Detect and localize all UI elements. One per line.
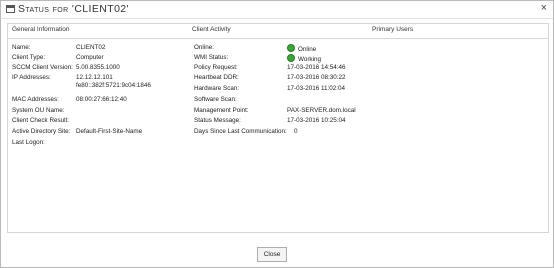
general-label: Client Type:	[12, 54, 46, 61]
activity-value: 17-03-2016 11:02:04	[287, 85, 346, 92]
green-status-dot-icon	[287, 54, 295, 62]
dialog-title: Status for 'CLIENT02'	[18, 3, 129, 15]
activity-label: Management Point:	[194, 107, 249, 114]
activity-value: 17-03-2016 08:30:22	[287, 74, 346, 81]
close-icon[interactable]: ×	[541, 2, 547, 14]
wmi-status-text: Working	[298, 56, 321, 63]
activity-value: 17-03-2016 10:25:04	[287, 117, 346, 124]
client-activity-header: Client Activity	[192, 26, 231, 33]
activity-label: Heartbeat DDR:	[194, 74, 239, 81]
general-label: Client Check Result:	[12, 117, 70, 124]
activity-value: 0	[294, 128, 298, 135]
general-label: Name:	[12, 44, 31, 51]
general-value: 5.00.8355.1000	[76, 64, 120, 71]
general-value: 12.12.12.101	[76, 74, 113, 81]
activity-value: Online	[287, 44, 316, 54]
activity-label: Hardware Scan:	[194, 85, 240, 92]
activity-label: WMI Status:	[194, 54, 229, 61]
general-label: IP Addresses:	[12, 74, 51, 81]
activity-label: Policy Request:	[194, 64, 238, 71]
general-value-secondary: fe80::382f:5721:9c04:1846	[76, 82, 151, 89]
status-panel: General Information Client Activity Prim…	[7, 23, 549, 233]
activity-label: Online:	[194, 44, 214, 51]
column-headers: General Information Client Activity Prim…	[8, 24, 548, 39]
green-status-dot-icon	[287, 44, 295, 52]
activity-label: Software Scan:	[194, 96, 237, 103]
activity-label: Days Since Last Communication:	[194, 128, 287, 135]
activity-value: PAX-SERVER.dom.local	[287, 107, 356, 114]
primary-users-header: Primary Users	[372, 26, 414, 33]
general-value: CLIENT02	[76, 44, 106, 51]
activity-value: Working	[287, 54, 321, 64]
close-button[interactable]: Close	[257, 247, 287, 262]
title-bar: Status for 'CLIENT02' ×	[1, 1, 553, 19]
general-label: Active Directory Site:	[12, 128, 71, 135]
general-value: 08:00:27:66:12:40	[76, 96, 127, 103]
window-icon	[6, 5, 15, 13]
general-label: SCCM Client Version:	[12, 64, 73, 71]
general-information-header: General Information	[12, 26, 70, 33]
online-status-text: Online	[298, 46, 317, 53]
general-label: System OU Name:	[12, 107, 65, 114]
general-label: Last Logon:	[12, 139, 45, 146]
general-value: Default-First-Site-Name	[76, 128, 143, 135]
general-label: MAC Addresses:	[12, 96, 59, 103]
activity-label: Status Message:	[194, 117, 241, 124]
status-dialog: Status for 'CLIENT02' × General Informat…	[0, 0, 554, 268]
activity-value: 17-03-2016 14:54:46	[287, 64, 346, 71]
general-value: Computer	[76, 54, 104, 61]
